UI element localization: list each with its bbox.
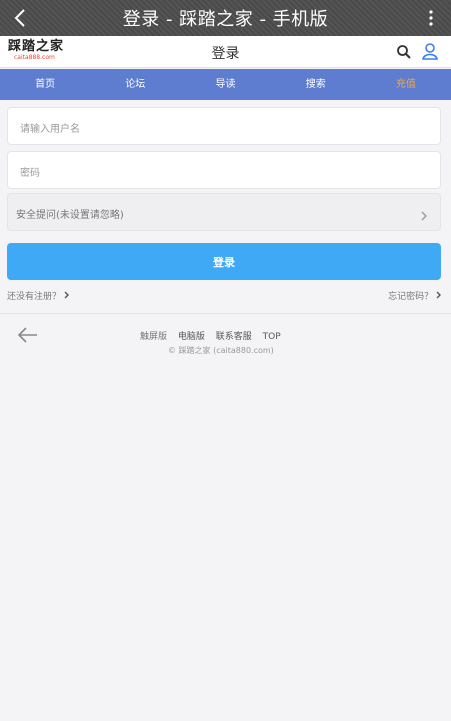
- main-nav: 首页 论坛 导读 搜索 充值: [0, 69, 451, 100]
- forgot-password-link[interactable]: 忘记密码？: [388, 289, 442, 302]
- divider: [0, 313, 451, 314]
- browser-title-bar: 登录 - 踩踏之家 - 手机版: [0, 0, 451, 36]
- page-title: 登录: [211, 46, 240, 62]
- chevron-right-icon: [436, 291, 441, 299]
- arrow-left-icon[interactable]: [17, 326, 39, 344]
- username-field[interactable]: 请输入用户名: [7, 107, 441, 145]
- footer-link-top[interactable]: TOP: [263, 332, 281, 342]
- browser-title: 登录 - 踩踏之家 - 手机版: [122, 9, 329, 30]
- copyright-text: © 踩踏之家 (caita880.com): [168, 346, 274, 355]
- chevron-right-icon: [64, 291, 69, 299]
- search-icon[interactable]: [396, 44, 412, 60]
- register-link[interactable]: 还没有注册？: [7, 289, 70, 302]
- password-field[interactable]: 密码: [7, 151, 441, 189]
- more-menu-icon[interactable]: [421, 6, 441, 30]
- nav-item-search[interactable]: 搜索: [271, 69, 361, 100]
- password-placeholder: 密码: [20, 168, 40, 179]
- security-question-label: 安全提问(未设置请忽略): [16, 210, 124, 221]
- nav-item-guide[interactable]: 导读: [180, 69, 270, 100]
- user-icon[interactable]: [421, 42, 439, 60]
- footer-link-desktop[interactable]: 电脑版: [178, 332, 205, 342]
- login-button[interactable]: 登录: [7, 243, 441, 280]
- footer-link-support[interactable]: 联系客服: [216, 332, 252, 342]
- chevron-right-icon: [420, 207, 428, 221]
- site-header: 踩踏之家 caita888.com 登录: [0, 36, 451, 68]
- nav-item-recharge[interactable]: 充值: [361, 69, 451, 100]
- footer-links: 触屏版 电脑版 联系客服 TOP: [140, 329, 289, 342]
- security-question-select[interactable]: 安全提问(未设置请忽略): [7, 193, 441, 231]
- back-icon[interactable]: [6, 4, 34, 32]
- nav-item-forum[interactable]: 论坛: [90, 69, 180, 100]
- nav-item-home[interactable]: 首页: [0, 69, 90, 100]
- forgot-password-label: 忘记密码？: [388, 292, 434, 302]
- register-link-label: 还没有注册？: [7, 292, 62, 302]
- footer-link-touch[interactable]: 触屏版: [140, 332, 167, 342]
- username-placeholder: 请输入用户名: [20, 124, 80, 135]
